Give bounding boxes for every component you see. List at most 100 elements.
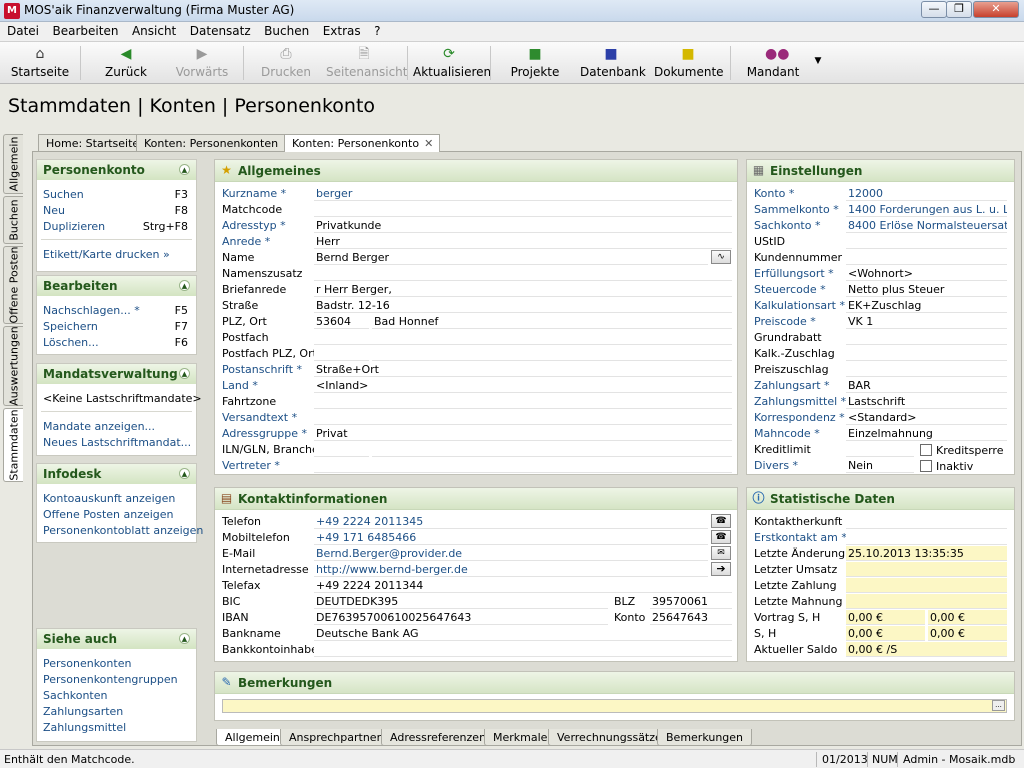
internetadresse-field[interactable]: http://www.bernd-berger.de (314, 562, 708, 577)
bemerkungen-field[interactable] (222, 699, 1007, 713)
tab-konten-personenkonto[interactable]: Konten: Personenkonto ✕ (284, 134, 441, 152)
collapse-icon[interactable]: ▲ (179, 633, 190, 644)
steuercode-field[interactable]: Netto plus Steuer (846, 282, 1007, 297)
postfach-field[interactable] (314, 330, 732, 345)
mandant-button[interactable]: ●● Mandant (745, 44, 801, 82)
nav-mandate-anzeigen[interactable]: Mandate anzeigen... (43, 420, 155, 433)
dokumente-button[interactable]: ■ Dokumente (654, 44, 724, 82)
menu-buchen[interactable]: Buchen (264, 22, 309, 38)
postanschrift-field[interactable]: Straße+Ort (314, 362, 732, 377)
signature-icon[interactable]: ∿ (711, 250, 731, 264)
collapse-icon[interactable]: ▲ (179, 164, 190, 175)
nav-personenkontengruppen[interactable]: Personenkontengruppen (43, 673, 178, 686)
mandant-dropdown-icon[interactable]: ▼ (811, 44, 825, 82)
vertreter-field[interactable] (314, 458, 732, 473)
kontaktherkunft-field[interactable] (846, 514, 1007, 529)
close-button[interactable]: ✕ (973, 1, 1019, 18)
btab-adressreferenzen[interactable]: Adressreferenzen (381, 729, 496, 746)
erfuellungsort-field[interactable]: <Wohnort> (846, 266, 1007, 281)
menu-help[interactable]: ? (374, 22, 380, 38)
kundennummer-field[interactable] (846, 250, 1007, 265)
btab-ansprechpartner[interactable]: Ansprechpartner (280, 729, 391, 746)
zahlungsart-field[interactable]: BAR (846, 378, 1007, 393)
nav-duplizieren[interactable]: Duplizieren (43, 220, 105, 233)
menu-ansicht[interactable]: Ansicht (132, 22, 176, 38)
nav-infodesk-header[interactable]: Infodesk ▲ (37, 464, 196, 484)
sachkonto-field[interactable]: 8400 Erlöse Normalsteuersatz (846, 218, 1007, 233)
mobiltelefon-field[interactable]: +49 171 6485466 (314, 530, 708, 545)
land-field[interactable]: <Inland> (314, 378, 732, 393)
anrede-field[interactable]: Herr (314, 234, 732, 249)
minimize-button[interactable]: — (921, 1, 947, 18)
tab-home-startseite[interactable]: Home: Startseite (38, 134, 147, 151)
nav-loeschen[interactable]: Löschen... (43, 336, 99, 349)
zahlungsmittel-field[interactable]: Lastschrift (846, 394, 1007, 409)
startseite-button[interactable]: ⌂ Startseite (10, 44, 70, 82)
nav-nachschlagen[interactable]: Nachschlagen... * (43, 304, 140, 317)
kalk-zuschlag-field[interactable] (846, 346, 1007, 361)
kreditlimit-field[interactable] (846, 442, 914, 457)
zurueck-button[interactable]: ◀ Zurück (98, 44, 154, 82)
vorwaerts-button[interactable]: ▶ Vorwärts (172, 44, 232, 82)
bemerkungen-expand-button[interactable]: ... (992, 700, 1005, 711)
seitenansicht-button[interactable]: 🗎 Seitenansicht (326, 44, 407, 82)
nav-personenkonto-header[interactable]: Personenkonto ▲ (37, 160, 196, 180)
open-link-arrow-icon[interactable]: ➔ (711, 562, 731, 576)
menu-datei[interactable]: Datei (7, 22, 39, 38)
adresstyp-field[interactable]: Privatkunde (314, 218, 732, 233)
postfach-ort-field[interactable] (372, 346, 732, 361)
nav-sachkonten[interactable]: Sachkonten (43, 689, 107, 702)
vtab-offene-posten[interactable]: Offene Posten (3, 246, 23, 324)
collapse-icon[interactable]: ▲ (179, 368, 190, 379)
btab-verrechnungssaetze[interactable]: Verrechnungssätze (548, 729, 671, 746)
phone-dial-icon[interactable]: ☎ (711, 530, 731, 544)
projekte-button[interactable]: ■ Projekte (508, 44, 562, 82)
plz-field[interactable]: 53604 (314, 314, 369, 329)
btab-merkmale[interactable]: Merkmale (484, 729, 557, 746)
divers-field[interactable]: Nein (846, 458, 914, 473)
name-field[interactable]: Bernd Berger (314, 250, 708, 265)
kreditsperre-checkbox[interactable] (920, 444, 932, 456)
namenszusatz-field[interactable] (314, 266, 732, 281)
nav-neues-lastschriftmandat[interactable]: Neues Lastschriftmandat... (43, 436, 191, 449)
adressgruppe-field[interactable]: Privat (314, 426, 732, 441)
tab-konten-personenkonten[interactable]: Konten: Personenkonten✕ (136, 134, 300, 151)
blz-field[interactable]: 39570061 (650, 594, 732, 609)
konto-field[interactable]: 12000 (846, 186, 1007, 201)
bic-field[interactable]: DEUTDEDK395 (314, 594, 608, 609)
strasse-field[interactable]: Badstr. 12-16 (314, 298, 732, 313)
iln-field[interactable] (314, 442, 369, 457)
preiszuschlag-field[interactable] (846, 362, 1007, 377)
menu-extras[interactable]: Extras (323, 22, 361, 38)
matchcode-field[interactable] (314, 202, 732, 217)
kurzname-field[interactable]: berger (314, 186, 732, 201)
ustid-field[interactable] (846, 234, 1007, 249)
close-tab-icon[interactable]: ✕ (424, 137, 433, 150)
telefax-field[interactable]: +49 2224 2011344 (314, 578, 732, 593)
datenbank-button[interactable]: ■ Datenbank (580, 44, 646, 82)
fahrtzone-field[interactable] (314, 394, 732, 409)
vtab-allgemein[interactable]: Allgemein (3, 134, 23, 194)
bankname-field[interactable]: Deutsche Bank AG (314, 626, 732, 641)
bank-konto-field[interactable]: 25647643 (650, 610, 732, 625)
briefanrede-field[interactable]: r Herr Berger, (314, 282, 732, 297)
nav-zahlungsmittel[interactable]: Zahlungsmittel (43, 721, 126, 734)
nav-personenkontoblatt[interactable]: Personenkontoblatt anzeigen (43, 524, 203, 537)
nav-mandatsverwaltung-header[interactable]: Mandatsverwaltung ▲ (37, 364, 196, 384)
bankkontoinhaber-field[interactable] (314, 642, 732, 657)
mahncode-field[interactable]: Einzelmahnung (846, 426, 1007, 441)
collapse-icon[interactable]: ▲ (179, 280, 190, 291)
menu-datensatz[interactable]: Datensatz (190, 22, 251, 38)
ort-field[interactable]: Bad Honnef (372, 314, 732, 329)
nav-neu[interactable]: Neu (43, 204, 65, 217)
telefon-field[interactable]: +49 2224 2011345 (314, 514, 708, 529)
menu-bearbeiten[interactable]: Bearbeiten (53, 22, 119, 38)
btab-allgemein[interactable]: Allgemein (216, 729, 289, 746)
erstkontakt-field[interactable] (846, 530, 1007, 545)
kalkulationsart-field[interactable]: EK+Zuschlag (846, 298, 1007, 313)
grundrabatt-field[interactable] (846, 330, 1007, 345)
vtab-auswertungen[interactable]: Auswertungen (3, 326, 23, 406)
nav-siehe-auch-header[interactable]: Siehe auch ▲ (37, 629, 196, 649)
vtab-stammdaten[interactable]: Stammdaten (3, 408, 23, 482)
preiscode-field[interactable]: VK 1 (846, 314, 1007, 329)
